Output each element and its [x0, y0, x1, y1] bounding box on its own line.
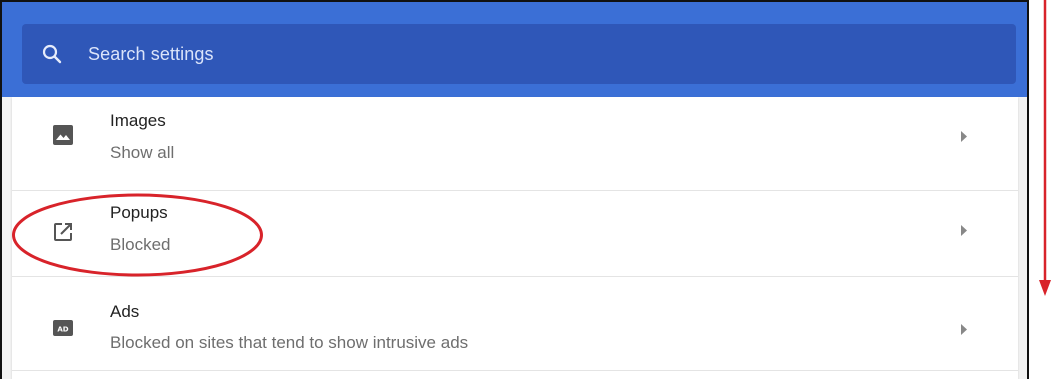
- svg-text:AD: AD: [57, 326, 68, 334]
- row-title: Ads: [110, 302, 140, 321]
- settings-window: Search settings Images Show all Popups B…: [0, 0, 1029, 379]
- row-subtitle: Blocked: [110, 235, 171, 254]
- ads-icon: AD: [52, 317, 74, 339]
- scroll-down-arrow: [1039, 0, 1051, 296]
- search-bar[interactable]: Search settings: [22, 24, 1016, 84]
- chevron-right-icon: [959, 224, 969, 236]
- settings-row-ads[interactable]: AD Ads Blocked on sites that tend to sho…: [12, 277, 1018, 371]
- chevron-right-icon: [959, 323, 969, 335]
- settings-row-images[interactable]: Images Show all: [12, 97, 1018, 191]
- image-icon: [52, 124, 74, 146]
- settings-row-popups[interactable]: Popups Blocked: [12, 183, 1018, 277]
- search-icon: [40, 42, 64, 66]
- open-in-new-icon: [52, 221, 74, 243]
- row-title: Popups: [110, 203, 168, 222]
- search-input[interactable]: Search settings: [88, 44, 214, 65]
- row-subtitle: Blocked on sites that tend to show intru…: [110, 333, 469, 352]
- row-subtitle: Show all: [110, 143, 175, 162]
- row-title: Images: [110, 111, 166, 130]
- chevron-right-icon: [959, 130, 969, 142]
- settings-list: Images Show all Popups Blocked AD Ads Bl…: [12, 97, 1018, 379]
